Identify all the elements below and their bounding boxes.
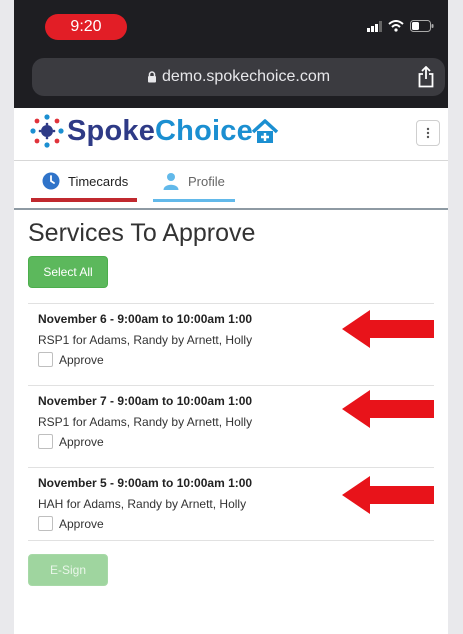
signal-icon bbox=[367, 20, 382, 32]
status-time: 9:20 bbox=[45, 14, 127, 40]
logo-mark-icon bbox=[30, 114, 64, 148]
phone-screen: 9:20 demo.spokechoice.com SpokeChoice Ti… bbox=[14, 0, 448, 634]
active-tab-indicator bbox=[31, 198, 137, 202]
approve-option[interactable]: Approve bbox=[38, 516, 104, 531]
spokechoice-logo[interactable]: SpokeChoice bbox=[30, 114, 253, 148]
address-bar[interactable]: demo.spokechoice.com bbox=[32, 58, 445, 96]
service-date: November 7 - 9:00am to 10:00am 1:00 bbox=[38, 394, 253, 408]
browser-chrome: 9:20 demo.spokechoice.com bbox=[14, 0, 448, 108]
tab-label: Profile bbox=[188, 173, 225, 189]
logo-text: SpokeChoice bbox=[67, 114, 253, 147]
app-header: SpokeChoice bbox=[14, 108, 448, 161]
battery-icon bbox=[410, 20, 434, 32]
profile-tab-indicator bbox=[153, 199, 235, 202]
page-title: Services To Approve bbox=[28, 219, 256, 247]
approve-label: Approve bbox=[59, 352, 104, 367]
approve-checkbox[interactable] bbox=[38, 516, 53, 531]
approve-label: Approve bbox=[59, 434, 104, 449]
clock-icon bbox=[42, 172, 60, 190]
home-icon[interactable] bbox=[250, 117, 280, 147]
service-description: HAH for Adams, Randy by Arnett, Holly bbox=[38, 497, 247, 511]
status-icons bbox=[367, 20, 434, 32]
select-all-button[interactable]: Select All bbox=[28, 256, 108, 288]
arrow-left-icon bbox=[342, 390, 434, 428]
approve-checkbox[interactable] bbox=[38, 352, 53, 367]
service-date: November 5 - 9:00am to 10:00am 1:00 bbox=[38, 476, 253, 490]
service-date: November 6 - 9:00am to 10:00am 1:00 bbox=[38, 312, 253, 326]
tab-bar: Timecards Profile bbox=[14, 160, 448, 210]
divider bbox=[28, 540, 434, 541]
tab-profile[interactable]: Profile bbox=[162, 172, 225, 190]
tab-label: Timecards bbox=[68, 173, 129, 189]
share-icon[interactable] bbox=[417, 66, 435, 88]
tab-timecards[interactable]: Timecards bbox=[42, 172, 128, 190]
wifi-icon bbox=[388, 20, 404, 32]
approve-option[interactable]: Approve bbox=[38, 352, 104, 367]
esign-button[interactable]: E-Sign bbox=[28, 554, 108, 586]
kebab-menu-button[interactable] bbox=[416, 120, 440, 146]
service-description: RSP1 for Adams, Randy by Arnett, Holly bbox=[38, 415, 253, 429]
arrow-left-icon bbox=[342, 476, 434, 514]
service-description: RSP1 for Adams, Randy by Arnett, Holly bbox=[38, 333, 253, 347]
arrow-left-icon bbox=[342, 310, 434, 348]
approve-option[interactable]: Approve bbox=[38, 434, 104, 449]
url-text: demo.spokechoice.com bbox=[161, 68, 331, 85]
approve-label: Approve bbox=[59, 516, 104, 531]
person-icon bbox=[163, 173, 179, 190]
lock-icon bbox=[147, 71, 156, 83]
kebab-icon bbox=[426, 127, 430, 139]
approve-checkbox[interactable] bbox=[38, 434, 53, 449]
